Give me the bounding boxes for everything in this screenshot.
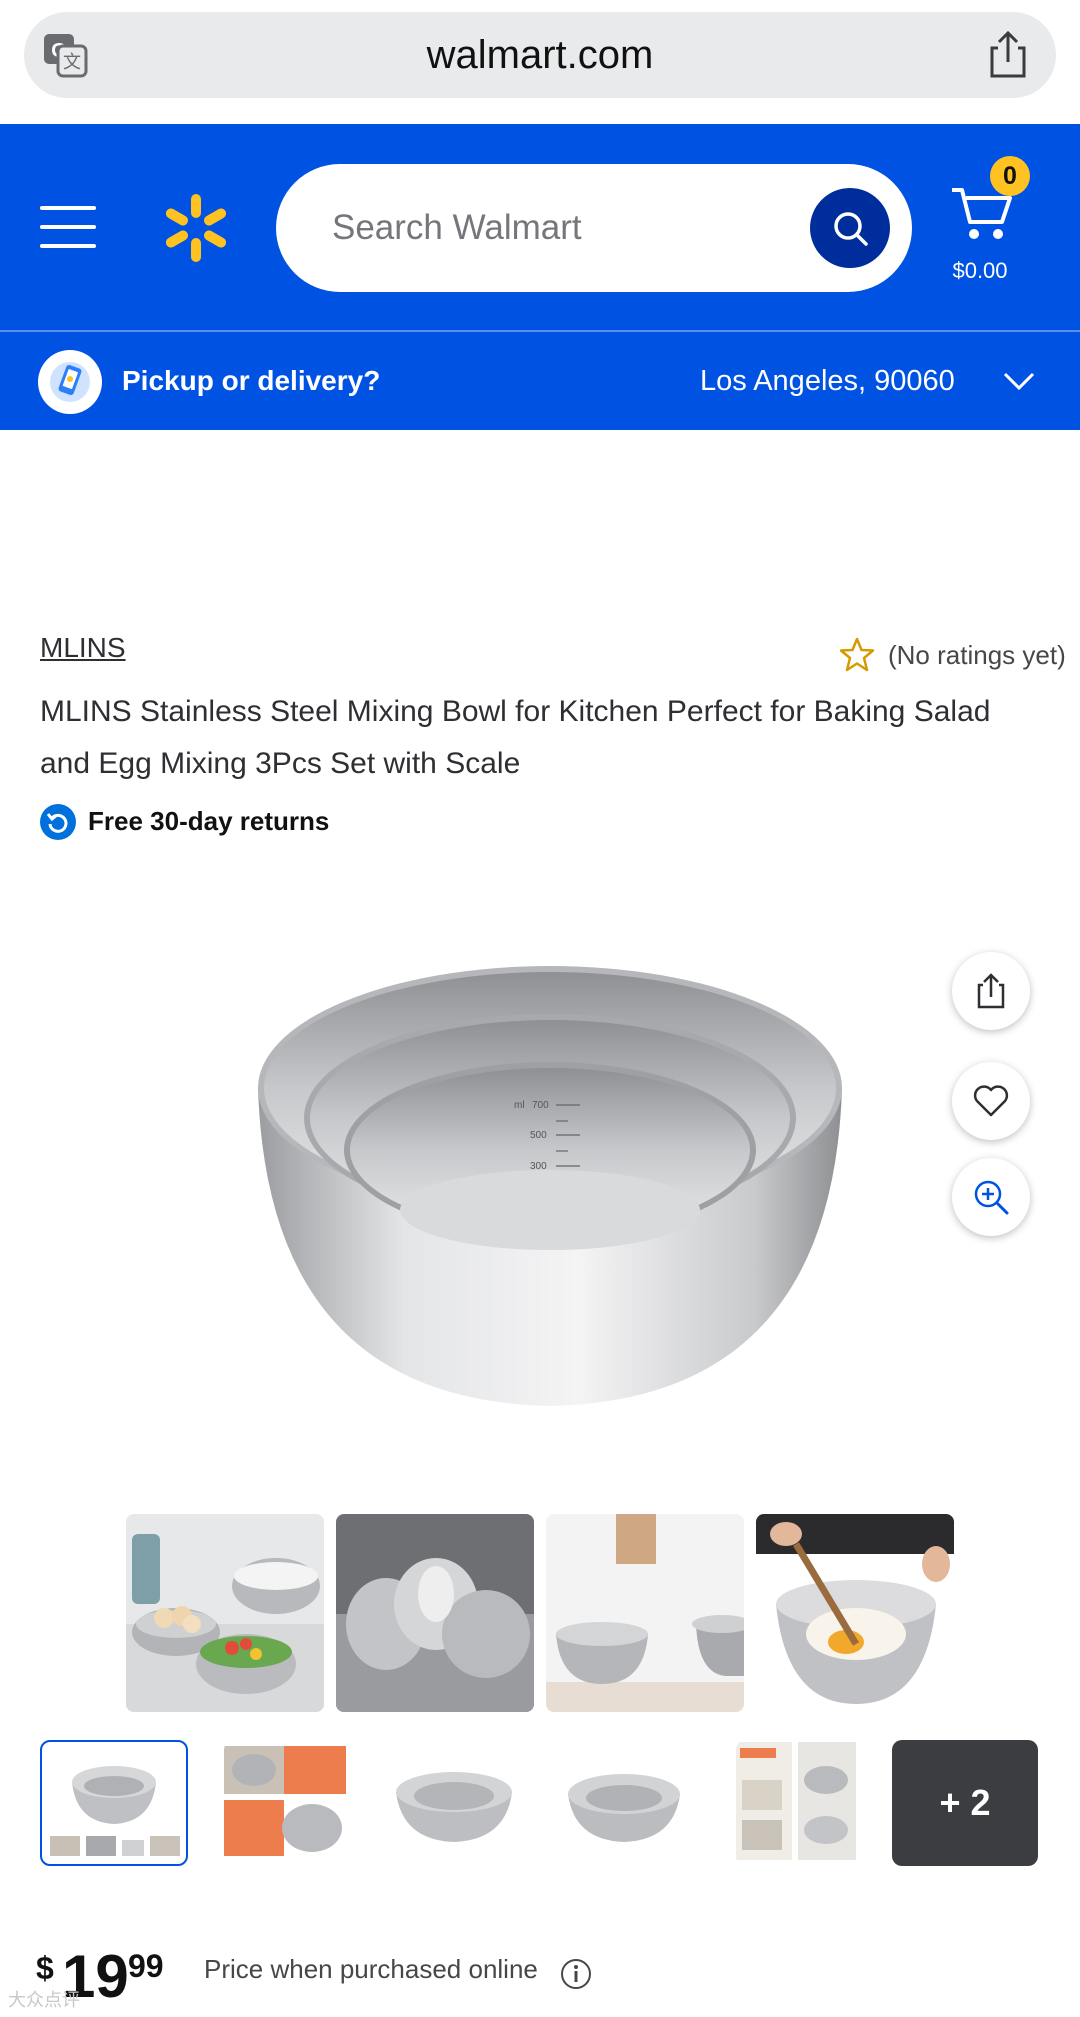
returns-text: Free 30-day returns [88,806,330,836]
bowl-marking-700: 700 [532,1100,549,1111]
search-box[interactable] [276,164,912,292]
walmart-spark-logo[interactable] [160,192,232,264]
price-cents: 99 [128,1948,164,1984]
gallery-more-button[interactable]: + 2 [892,1740,1038,1866]
lifestyle-image-eggs-salad[interactable] [126,1514,324,1712]
gallery-thumbnail-4[interactable] [560,1740,708,1866]
bowl-marking-300: 300 [530,1161,547,1172]
product-title: MLINS Stainless Steel Mixing Bowl for Ki… [40,695,991,780]
search-icon [834,212,868,246]
gallery-thumbnail-3[interactable] [390,1740,538,1866]
share-button[interactable] [952,952,1030,1030]
lifestyle-image-whisking[interactable] [756,1514,954,1712]
lifestyle-image-kitchen-counter[interactable] [546,1514,744,1712]
product-main-image[interactable]: ml 700 500 300 [230,960,870,1420]
brand-link[interactable]: MLINS [40,632,126,664]
price-note: Price when purchased online [204,1954,538,1984]
zoom-button[interactable] [952,1158,1030,1236]
url-text[interactable]: walmart.com [24,12,1056,98]
pickup-delivery-bar[interactable]: Pickup or delivery? Los Angeles, 90060 [0,330,1080,430]
lifestyle-image-stacked-bowls[interactable] [336,1514,534,1712]
svg-text:文: 文 [63,52,81,72]
gallery-thumbnail-1[interactable] [40,1740,188,1866]
gallery-thumbnail-2[interactable] [224,1740,372,1866]
share-icon [977,973,1005,1009]
price-dollar-sign: $ [36,1950,54,1986]
heart-icon [973,1085,1009,1117]
share-icon[interactable] [984,30,1032,80]
zoom-in-icon [974,1180,1009,1215]
address-bar[interactable]: walmart.com G 文 [24,12,1056,98]
cart-count-badge: 0 [990,156,1030,196]
walmart-header: 0 $0.00 [0,124,1080,330]
favorite-button[interactable] [952,1062,1030,1140]
pickup-delivery-label: Pickup or delivery? [122,365,381,396]
gallery-thumbnail-5[interactable] [736,1740,884,1866]
browser-bar: walmart.com G 文 [0,0,1080,124]
translate-icon[interactable]: G 文 [42,32,88,78]
cart-total: $0.00 [952,258,1008,283]
pickup-delivery-icon [38,350,102,414]
cart-button[interactable]: 0 $0.00 [940,152,1060,302]
bowl-marking-500: 500 [530,1130,547,1141]
search-button[interactable] [810,188,890,268]
info-icon[interactable] [560,1958,592,1990]
returns-icon [40,804,76,840]
location-text: Los Angeles, 90060 [700,365,955,397]
star-icon [839,637,875,672]
chevron-down-icon [1003,372,1035,391]
search-input[interactable] [332,164,772,292]
rating-text: (No ratings yet) [888,640,1066,670]
bowl-marking-ml: ml [514,1100,525,1111]
watermark: 大众点评 [8,1990,80,2010]
hamburger-menu-icon[interactable] [40,204,96,250]
